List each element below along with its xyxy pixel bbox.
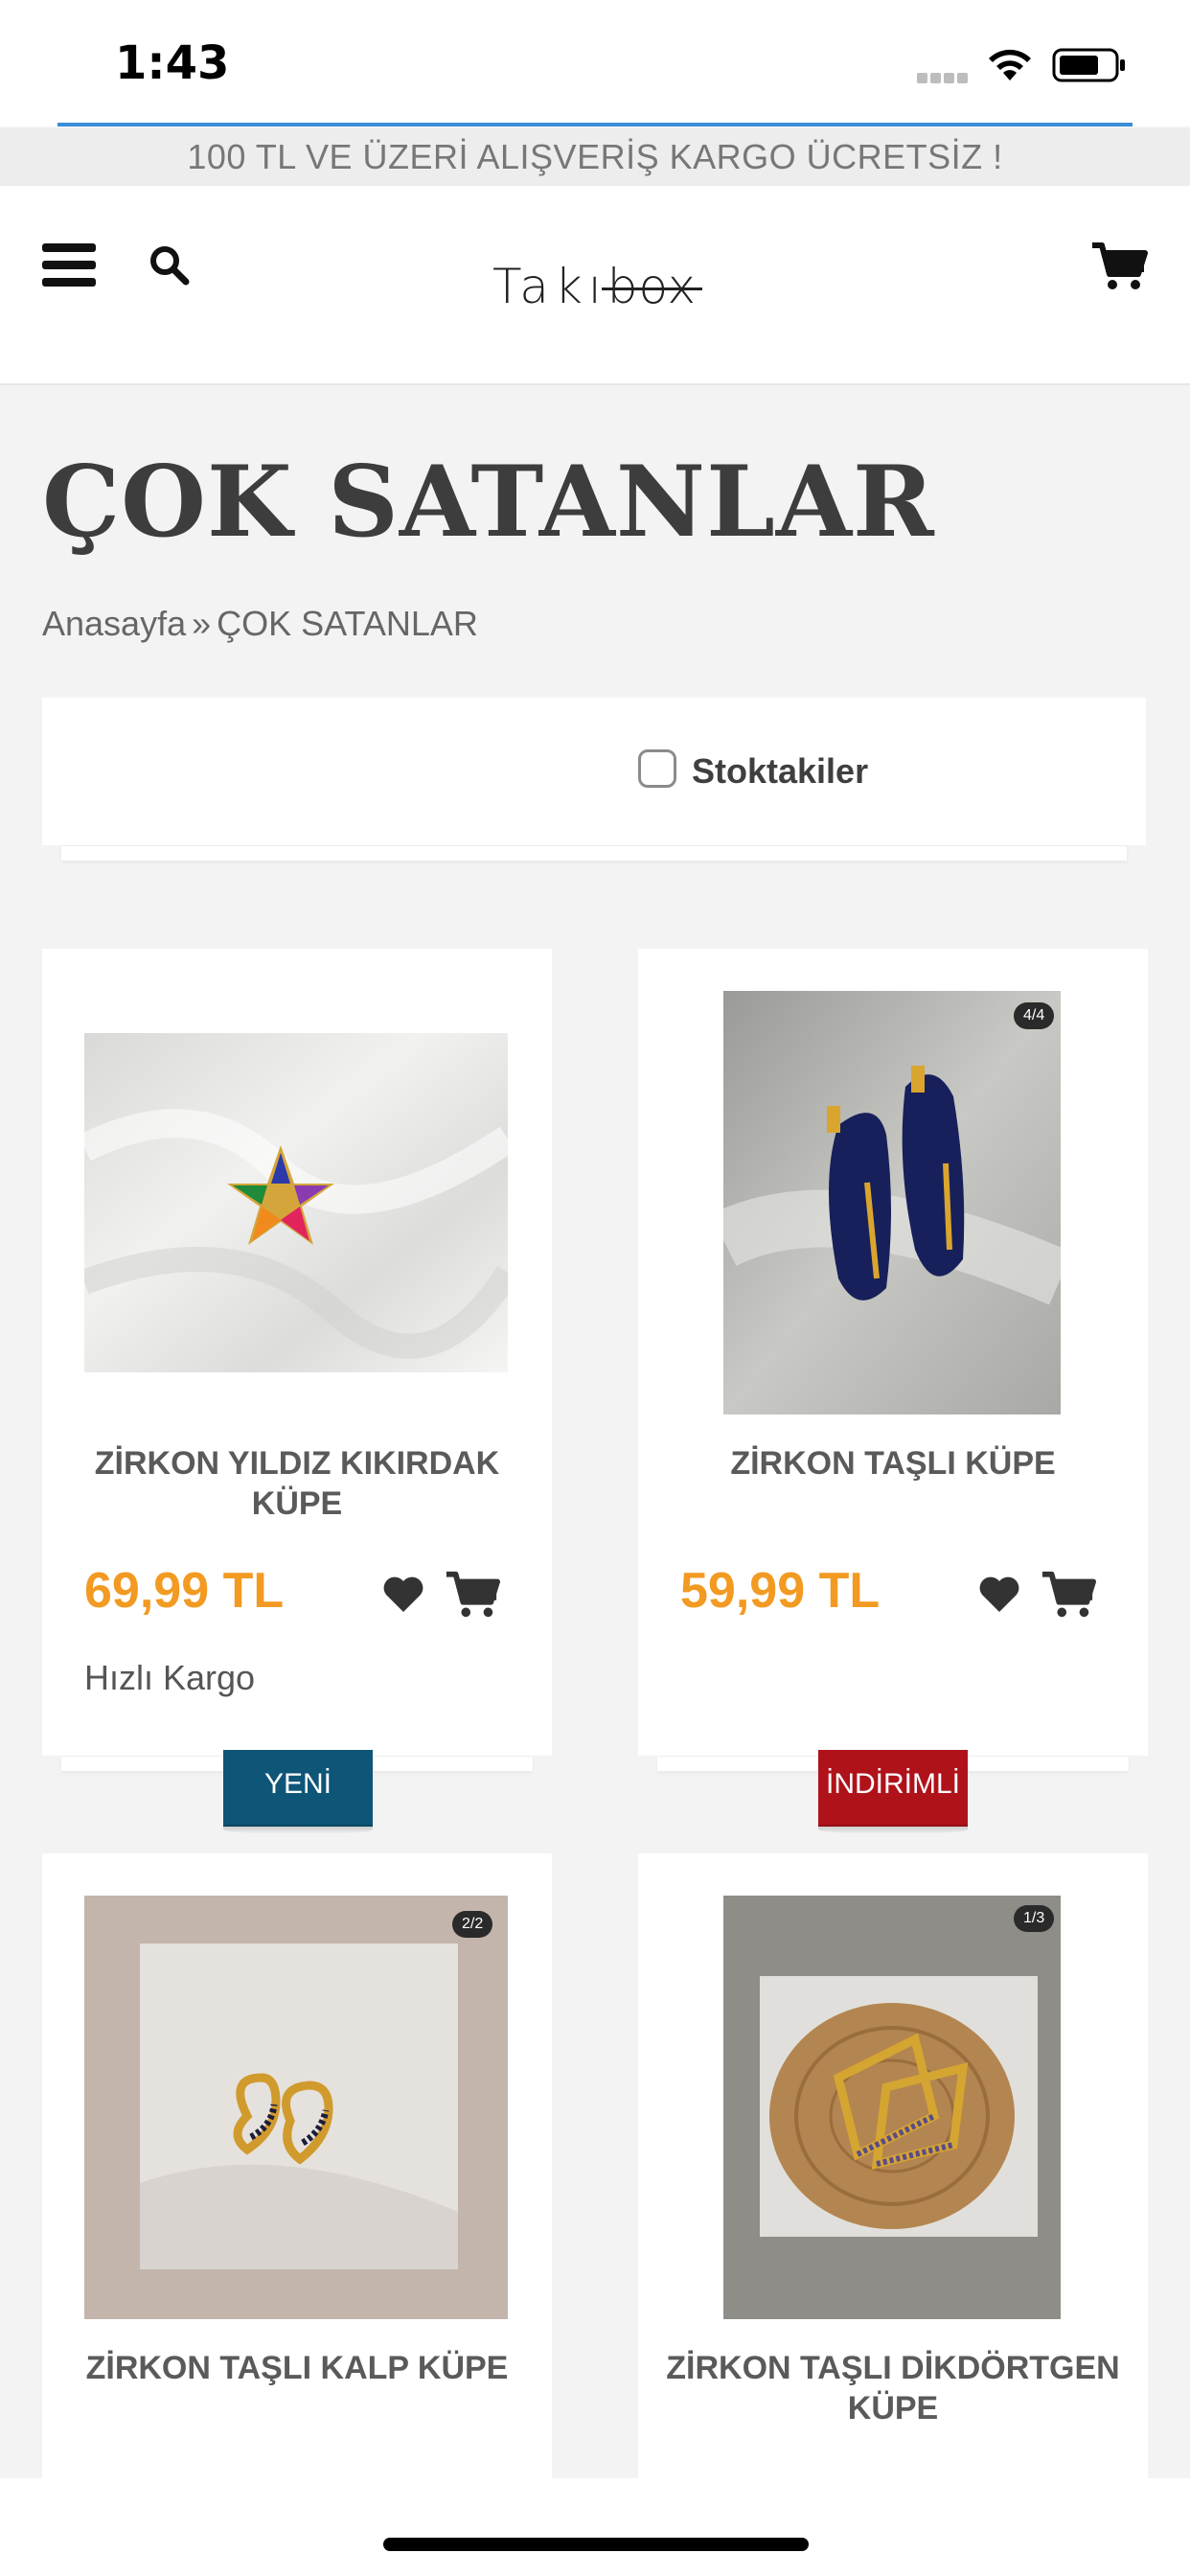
status-time: 1:43	[115, 36, 230, 90]
in-stock-checkbox[interactable]	[638, 749, 676, 788]
home-indicator-area	[0, 2478, 1190, 2576]
product-card[interactable]: 2/2 ZİRKON TAŞLI KALP KÜPE	[42, 1853, 552, 2478]
product-name[interactable]: ZİRKON TAŞLI DİKDÖRTGEN KÜPE	[657, 2348, 1129, 2428]
product-name[interactable]: ZİRKON TAŞLI KALP KÜPE	[61, 2348, 533, 2388]
shipping-label: Hızlı Kargo	[84, 1658, 256, 1697]
sale-badge: İNDİRİMLİ	[818, 1750, 968, 1834]
wifi-icon	[989, 49, 1031, 80]
breadcrumb-current: ÇOK SATANLAR	[217, 604, 478, 643]
add-to-cart-icon[interactable]	[445, 1570, 500, 1620]
logo-box-text: box	[606, 259, 698, 314]
in-stock-label[interactable]: Stoktakiler	[692, 751, 868, 792]
product-image[interactable]	[723, 1896, 1061, 2319]
product-card[interactable]: 1/3 ZİRKON TAŞLI DİKDÖRTGEN KÜPE	[638, 1853, 1148, 2478]
logo-main-text: Takı	[492, 259, 607, 314]
filter-panel: Stoktakiler	[42, 698, 1146, 845]
signal-icon	[917, 71, 973, 83]
hamburger-menu-icon[interactable]	[42, 243, 96, 288]
product-name[interactable]: ZİRKON TAŞLI KÜPE	[657, 1443, 1129, 1484]
page-load-progress	[57, 123, 1133, 126]
product-image[interactable]	[84, 1033, 508, 1372]
status-bar: 1:43	[0, 0, 1190, 126]
add-to-cart-icon[interactable]	[1041, 1570, 1096, 1620]
site-logo[interactable]: Takıbox	[492, 259, 697, 314]
home-indicator[interactable]	[383, 2538, 809, 2551]
filter-panel-shadow	[61, 845, 1127, 861]
product-price: 69,99 TL	[84, 1563, 285, 1619]
image-counter: 4/4	[1014, 1002, 1055, 1029]
breadcrumb-home-link[interactable]: Anasayfa	[42, 604, 186, 643]
cart-icon[interactable]	[1090, 242, 1148, 291]
heart-icon[interactable]	[977, 1576, 1021, 1614]
breadcrumb: Anasayfa» ÇOK SATANLAR	[42, 604, 478, 644]
image-counter: 1/3	[1014, 1905, 1055, 1932]
site-header: Takıbox	[0, 186, 1190, 385]
product-price: 59,99 TL	[680, 1563, 881, 1619]
breadcrumb-separator: »	[192, 604, 212, 643]
search-icon[interactable]	[148, 243, 192, 288]
product-image[interactable]	[723, 991, 1061, 1414]
image-counter: 2/2	[452, 1911, 493, 1938]
product-card[interactable]: ZİRKON YILDIZ KIKIRDAK KÜPE 69,99 TL Hız…	[42, 949, 552, 1756]
free-shipping-banner: 100 TL VE ÜZERİ ALIŞVERİŞ KARGO ÜCRETSİZ…	[0, 128, 1190, 186]
product-name[interactable]: ZİRKON YILDIZ KIKIRDAK KÜPE	[61, 1443, 533, 1524]
product-image[interactable]	[84, 1896, 508, 2319]
battery-icon	[1052, 48, 1125, 82]
heart-icon[interactable]	[381, 1576, 425, 1614]
product-card[interactable]: 4/4 ZİRKON TAŞLI KÜPE 59,99 TL	[638, 949, 1148, 1756]
new-badge: YENİ	[223, 1750, 373, 1834]
page-title: ÇOK SATANLAR	[42, 445, 935, 560]
